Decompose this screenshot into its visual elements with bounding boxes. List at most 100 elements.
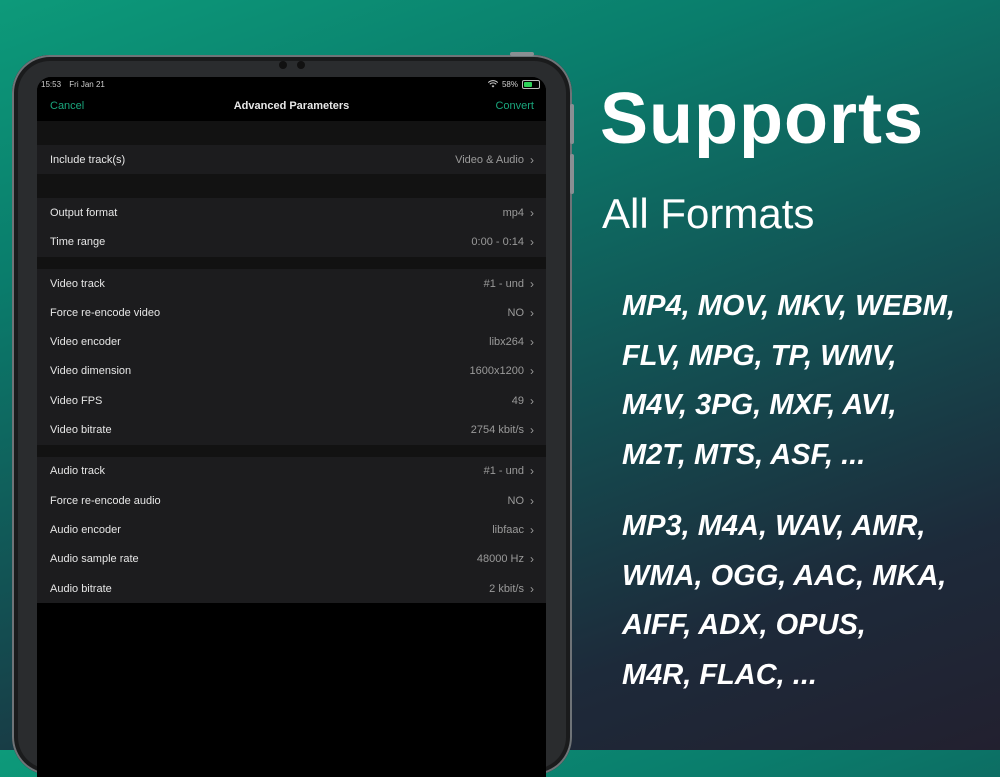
settings-row-audio-3[interactable]: Audio sample rate 48000 Hz › — [37, 545, 546, 574]
chevron-right-icon: › — [530, 464, 534, 479]
row-label: Audio sample rate — [50, 553, 139, 566]
chevron-right-icon: › — [530, 305, 534, 320]
chevron-right-icon: › — [530, 276, 534, 291]
chevron-right-icon: › — [530, 364, 534, 379]
row-value: 49 — [511, 394, 524, 407]
settings-row-video-1[interactable]: Force re-encode video NO › — [37, 298, 546, 327]
row-value-wrap: #1 - und › — [484, 277, 534, 291]
settings-row-general-0[interactable]: Include track(s) Video & Audio › — [37, 145, 546, 174]
settings-row-audio-4[interactable]: Audio bitrate 2 kbit/s › — [37, 574, 546, 603]
row-value-wrap: mp4 › — [503, 206, 534, 220]
chevron-right-icon: › — [530, 205, 534, 220]
row-value: NO — [507, 306, 525, 319]
row-label: Audio bitrate — [50, 582, 112, 595]
row-label: Time range — [50, 236, 106, 249]
chevron-right-icon: › — [530, 493, 534, 508]
chevron-right-icon: › — [530, 152, 534, 167]
battery-fill — [524, 81, 532, 87]
format-line: FLV, MPG, TP, WMV, — [622, 339, 897, 372]
chevron-right-icon: › — [530, 522, 534, 537]
row-label: Video dimension — [50, 365, 132, 378]
row-label: Audio encoder — [50, 523, 121, 536]
format-line: MP3, M4A, WAV, AMR, — [622, 510, 926, 542]
row-value: 0:00 - 0:14 — [471, 236, 524, 249]
settings-row-output-1[interactable]: Time range 0:00 - 0:14 › — [37, 228, 546, 257]
status-bar: 15:53 Fri Jan 21 58% — [37, 77, 546, 91]
settings-list: Include track(s) Video & Audio › Output fo… — [37, 121, 546, 604]
row-value: Video & Audio — [455, 153, 524, 166]
row-value: libfaac — [492, 523, 524, 536]
settings-row-audio-0[interactable]: Audio track #1 - und › — [37, 457, 546, 486]
row-label: Include track(s) — [50, 153, 126, 166]
battery-percent: 58% — [501, 79, 518, 89]
row-value-wrap: 48000 Hz › — [477, 552, 534, 566]
camera-icon — [279, 61, 287, 69]
settings-row-video-2[interactable]: Video encoder libx264 › — [37, 327, 546, 356]
chevron-right-icon: › — [530, 581, 534, 596]
top-button — [510, 52, 534, 56]
format-line: M4V, 3PG, MXF, AVI, — [622, 389, 897, 421]
row-value: mp4 — [502, 206, 524, 219]
settings-row-video-3[interactable]: Video dimension 1600x1200 › — [37, 357, 546, 386]
cancel-button[interactable]: Cancel — [50, 100, 84, 112]
settings-row-video-0[interactable]: Video track #1 - und › — [37, 269, 546, 298]
volume-up-button — [570, 104, 574, 144]
row-value-wrap: #1 - und › — [484, 464, 534, 478]
section-gap — [37, 444, 546, 457]
app-screen: 15:53 Fri Jan 21 58% Cancel Advanced Par… — [37, 77, 546, 777]
row-value: 48000 Hz — [476, 553, 524, 566]
row-value-wrap: 49 › — [512, 394, 534, 408]
row-value-wrap: libfaac › — [492, 523, 534, 537]
promo-title: Supports — [600, 79, 924, 159]
settings-row-video-4[interactable]: Video FPS 49 › — [37, 386, 546, 415]
row-label: Force re-encode audio — [50, 494, 161, 507]
settings-row-audio-1[interactable]: Force re-encode audio NO › — [37, 486, 546, 515]
sensor-icon — [297, 61, 305, 69]
row-value-wrap: 2 kbit/s › — [489, 582, 534, 596]
row-label: Video track — [50, 277, 105, 290]
status-date: Fri Jan 21 — [69, 79, 105, 89]
settings-row-video-5[interactable]: Video bitrate 2754 kbit/s › — [37, 415, 546, 444]
row-label: Video encoder — [50, 336, 121, 349]
camera-bar — [279, 61, 305, 69]
row-value: 2754 kbit/s — [470, 424, 524, 437]
chevron-right-icon: › — [530, 393, 534, 408]
section-gap — [37, 256, 546, 269]
row-value-wrap: 0:00 - 0:14 › — [471, 235, 534, 249]
row-value-wrap: NO › — [508, 306, 535, 320]
row-value-wrap: libx264 › — [489, 335, 534, 349]
row-label: Audio track — [50, 465, 106, 478]
format-line: WMA, OGG, AAC, MKA, — [622, 559, 947, 592]
chevron-right-icon: › — [530, 335, 534, 350]
row-label: Video bitrate — [50, 424, 112, 437]
row-value: libx264 — [489, 336, 524, 349]
battery-icon — [522, 79, 540, 89]
row-label: Output format — [50, 206, 118, 219]
row-value-wrap: 1600x1200 › — [470, 364, 534, 378]
row-value: 2 kbit/s — [489, 582, 524, 595]
chevron-right-icon: › — [530, 423, 534, 438]
section-audio: Audio track #1 - und › Force re-encode audi… — [37, 456, 546, 604]
format-line: M4R, FLAC, ... — [622, 658, 817, 691]
nav-bar: Cancel Advanced Parameters Convert — [37, 91, 546, 121]
row-value-wrap: 2754 kbit/s › — [471, 423, 534, 437]
chevron-right-icon: › — [530, 552, 534, 567]
section-gap — [37, 121, 546, 145]
row-value: NO — [507, 494, 525, 507]
settings-row-output-0[interactable]: Output format mp4 › — [37, 198, 546, 227]
format-line: MP4, MOV, MKV, WEBM, — [622, 290, 956, 322]
row-value-wrap: NO › — [508, 494, 535, 508]
chevron-right-icon: › — [530, 235, 534, 250]
row-value: #1 - und — [483, 465, 524, 478]
status-left: 15:53 Fri Jan 21 — [41, 80, 111, 89]
wifi-icon — [487, 80, 498, 88]
row-value: #1 - und — [483, 277, 524, 290]
convert-button[interactable]: Convert — [495, 100, 534, 112]
volume-down-button — [570, 154, 574, 194]
status-right: 58% — [487, 79, 540, 89]
format-line: AIFF, ADX, OPUS, — [622, 609, 866, 641]
video-formats-list: MP4, MOV, MKV, WEBM, FLV, MPG, TP, WMV, M4… — [622, 282, 955, 480]
row-value-wrap: Video & Audio › — [455, 153, 534, 167]
settings-row-audio-2[interactable]: Audio encoder libfaac › — [37, 515, 546, 544]
row-value: 1600x1200 — [469, 365, 524, 378]
